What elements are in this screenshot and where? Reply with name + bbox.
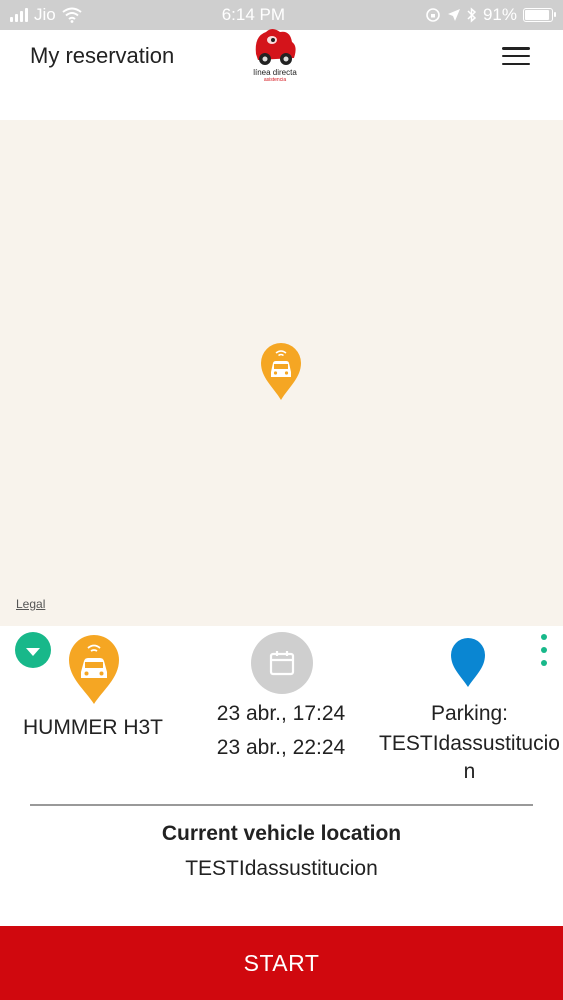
section-divider bbox=[30, 804, 533, 806]
menu-line-icon bbox=[502, 47, 530, 50]
parking-name: TESTIdassustitucion bbox=[379, 732, 560, 783]
battery-icon bbox=[522, 8, 556, 22]
start-button-label: START bbox=[243, 949, 320, 976]
rotation-lock-icon bbox=[426, 8, 440, 22]
status-left: Jio bbox=[10, 5, 82, 25]
dot-icon bbox=[541, 634, 547, 640]
dot-icon bbox=[541, 647, 547, 653]
more-options-button[interactable] bbox=[538, 634, 550, 666]
current-location-title: Current vehicle location bbox=[161, 822, 402, 845]
parking-location-pin-icon bbox=[451, 638, 485, 687]
vehicle-name: HUMMER H3T bbox=[23, 716, 163, 739]
vehicle-pin-icon bbox=[69, 635, 119, 704]
logo-subtext: asistencia bbox=[263, 77, 287, 83]
hamburger-menu-button[interactable] bbox=[502, 45, 530, 67]
carrier-name: Jio bbox=[34, 5, 56, 24]
page-title: My reservation bbox=[30, 43, 175, 68]
calendar-icon-badge bbox=[251, 632, 313, 694]
reservation-start-datetime: 23 abr., 17:24 bbox=[216, 702, 346, 725]
parking-label: Parking: bbox=[430, 702, 509, 725]
battery-percent: 91% bbox=[482, 5, 517, 24]
map-view[interactable]: Legal bbox=[0, 120, 563, 626]
menu-line-icon bbox=[502, 62, 530, 65]
bluetooth-icon bbox=[467, 7, 477, 23]
location-arrow-icon bbox=[447, 9, 460, 21]
signal-icon bbox=[10, 8, 28, 22]
map-legal-link[interactable]: Legal bbox=[16, 597, 45, 611]
calendar-icon bbox=[269, 651, 295, 676]
reservation-end-datetime: 23 abr., 22:24 bbox=[216, 736, 346, 759]
vehicle-map-pin-icon[interactable] bbox=[260, 342, 302, 402]
logo-mascot-icon bbox=[255, 29, 296, 65]
brand-logo: línea directa asistencia bbox=[250, 26, 300, 86]
wifi-icon bbox=[62, 7, 82, 23]
menu-line-icon bbox=[502, 54, 530, 58]
battery-level bbox=[524, 10, 549, 20]
logo-text: línea directa bbox=[253, 68, 297, 77]
status-time: 6:14 PM bbox=[221, 5, 285, 24]
reservation-details-panel: HUMMER H3T 23 abr., 17:24 23 abr., 22:24… bbox=[0, 626, 563, 926]
collapse-panel-button[interactable] bbox=[15, 632, 51, 668]
status-right: 91% bbox=[425, 5, 556, 25]
dot-icon bbox=[541, 660, 547, 666]
start-button[interactable]: START bbox=[0, 926, 563, 1000]
current-location-value: TESTIdassustitucion bbox=[185, 857, 378, 880]
